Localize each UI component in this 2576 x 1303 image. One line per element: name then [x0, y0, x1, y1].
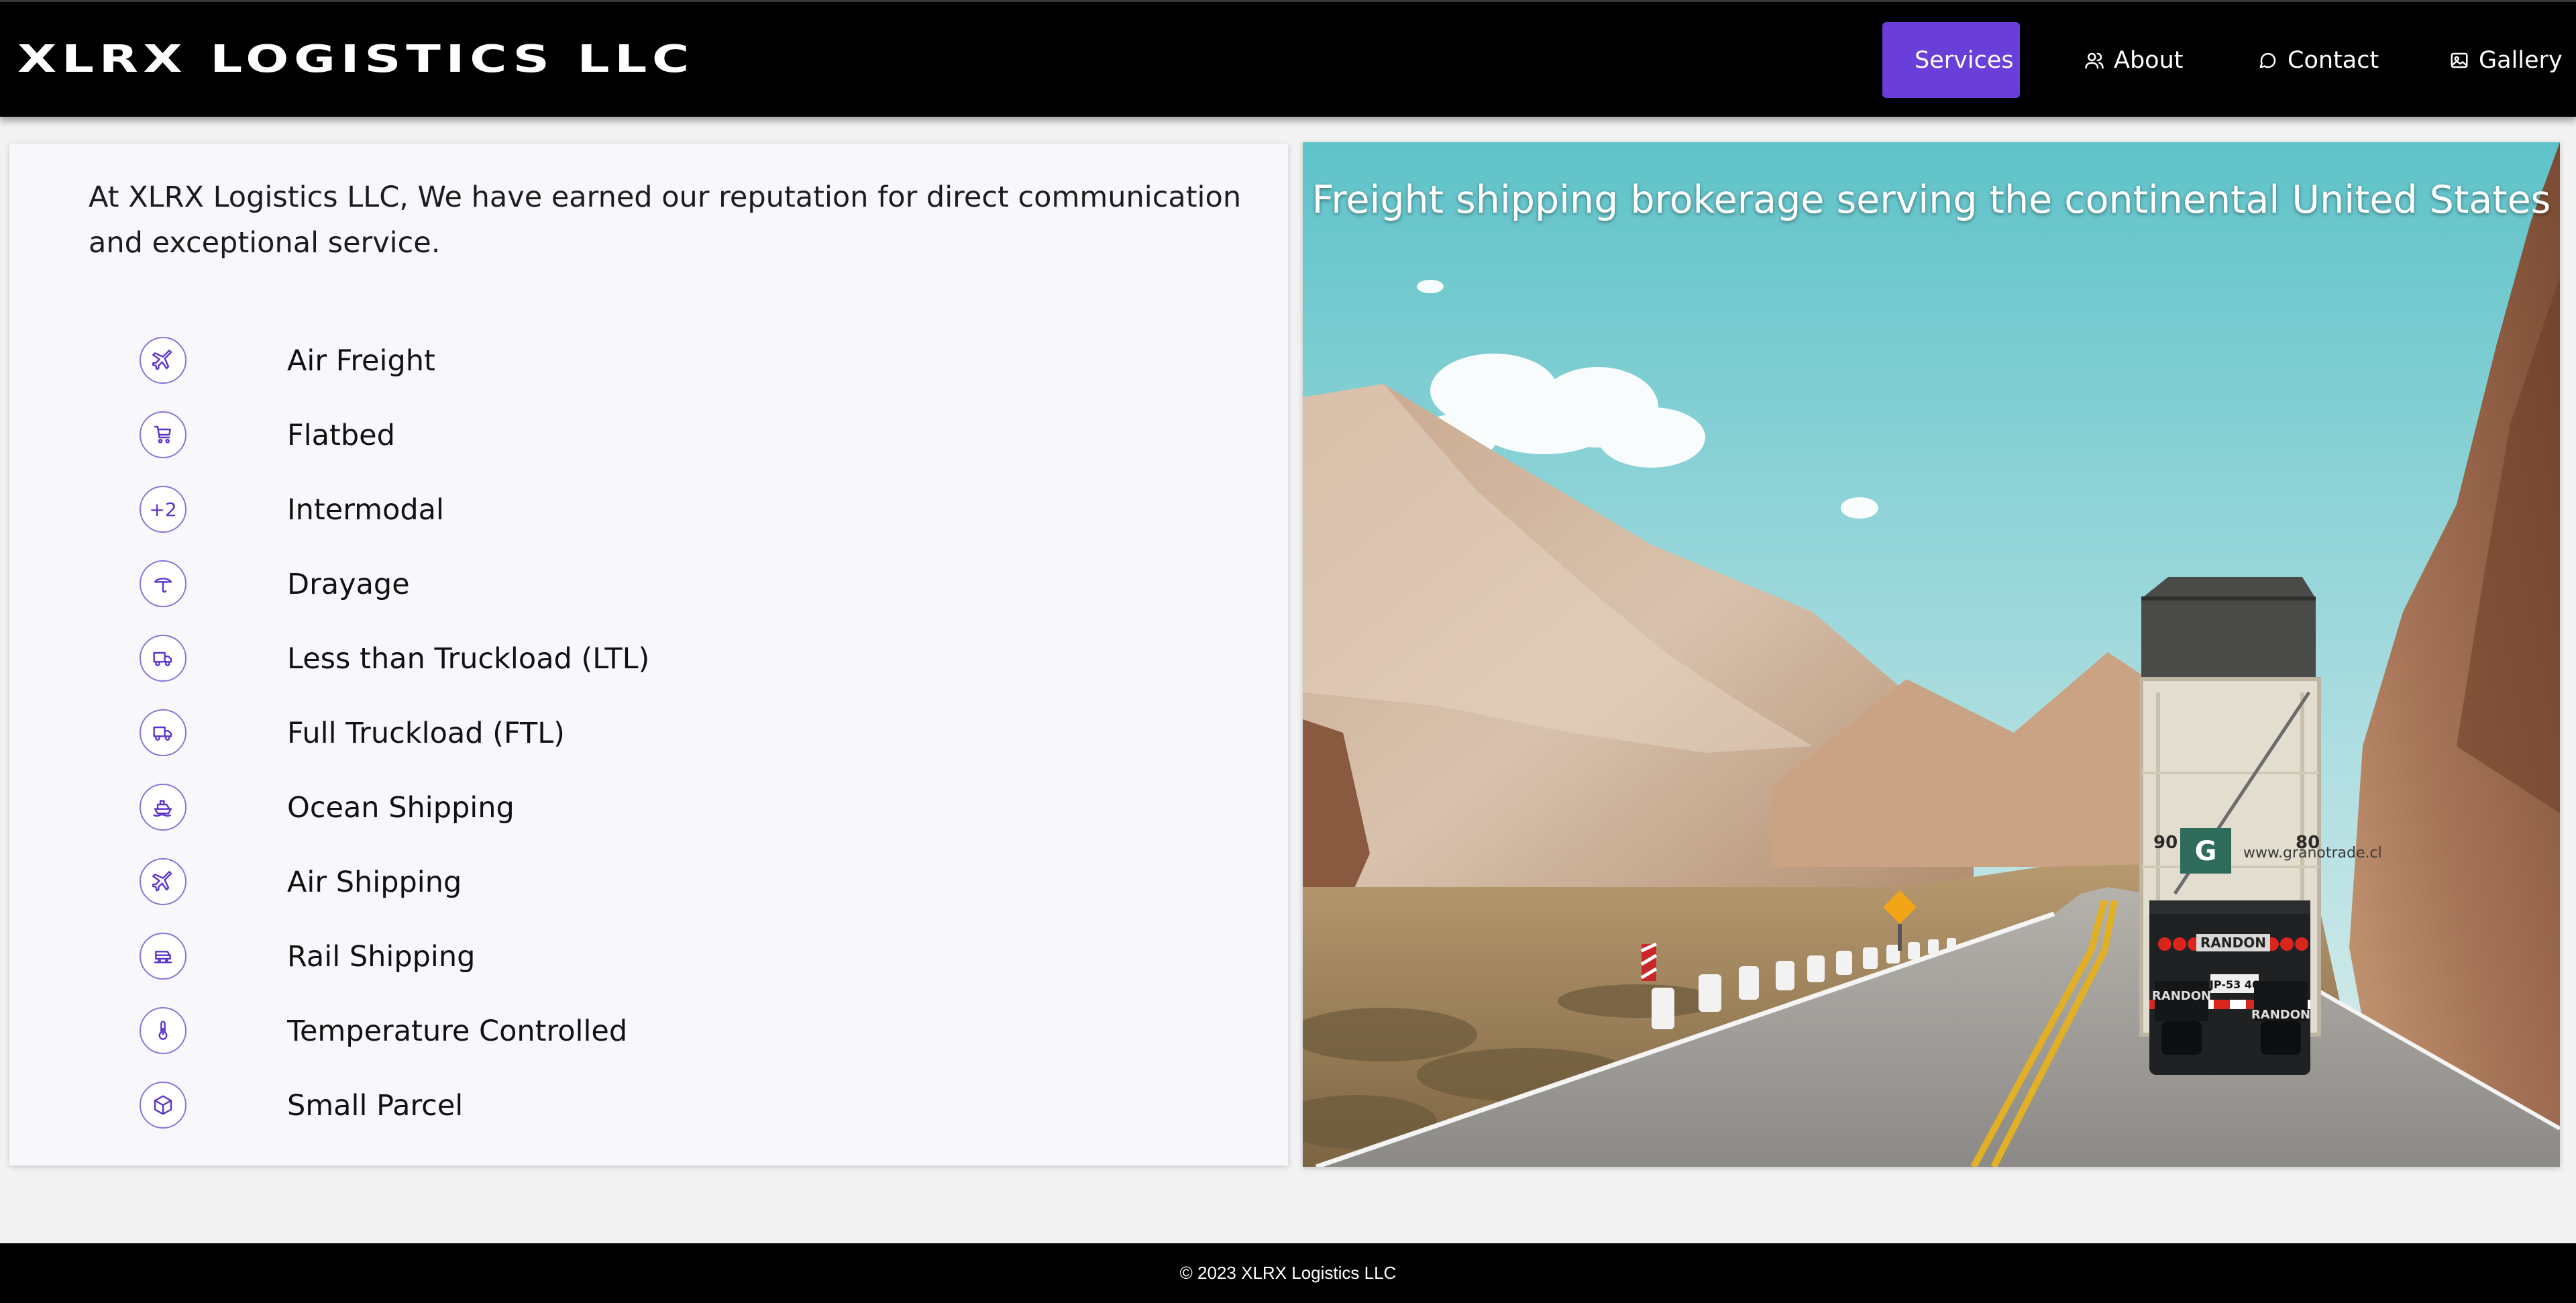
service-label: Air Shipping — [287, 866, 462, 899]
plus-two-icon: +2 — [140, 486, 186, 533]
truck-flap-left-text: RANDON — [2152, 989, 2211, 1003]
truck-logo-text: G — [2195, 836, 2217, 867]
intro-text: At XLRX Logistics LLC, We have earned ou… — [89, 180, 1242, 260]
service-label: Ocean Shipping — [287, 791, 515, 825]
crane-icon — [140, 560, 186, 607]
list-item: Air Freight — [9, 325, 1288, 399]
plane-icon — [140, 337, 186, 384]
truck-plate-text: JP-53 46 — [2209, 978, 2259, 991]
ship-icon — [140, 784, 186, 831]
nav-item-label: About — [2114, 46, 2184, 74]
nav-item-contact[interactable]: Contact — [2258, 22, 2379, 98]
service-label: Air Freight — [287, 344, 435, 378]
service-label: Full Truckload (FTL) — [287, 717, 565, 750]
thermometer-icon — [140, 1007, 186, 1054]
services-panel: At XLRX Logistics LLC, We have earned ou… — [9, 144, 1288, 1165]
service-label: Intermodal — [287, 493, 444, 527]
list-item: Full Truckload (FTL) — [9, 697, 1288, 772]
nav-item-services[interactable]: Services — [1882, 22, 2020, 98]
nav-item-gallery[interactable]: Gallery — [2449, 22, 2563, 98]
list-item: Drayage — [9, 548, 1288, 623]
main-nav: Services About Contact Gallery — [0, 22, 2576, 98]
truck-road-photo: G www.granotrade.cl 90 80 RANDON JP-53 4… — [1303, 142, 2560, 1167]
plane-icon — [140, 858, 186, 905]
image-icon — [2451, 52, 2468, 68]
service-label: Temperature Controlled — [287, 1014, 628, 1048]
list-item: Rail Shipping — [9, 921, 1288, 995]
copyright-text: © 2023 XLRX Logistics LLC — [1179, 1263, 1397, 1283]
truck-flap-right-text: RANDON — [2251, 1008, 2310, 1022]
nav-item-label: Services — [1915, 46, 2014, 74]
services-list: Air Freight Flatbed +2 Intermodal Drayag… — [9, 325, 1288, 1144]
nav-item-label: Contact — [2288, 46, 2379, 74]
list-item: Ocean Shipping — [9, 772, 1288, 846]
list-item: Temperature Controlled — [9, 995, 1288, 1070]
hero-image: G www.granotrade.cl 90 80 RANDON JP-53 4… — [1303, 142, 2560, 1167]
users-icon — [2085, 52, 2104, 68]
truck-icon — [140, 635, 186, 682]
truck-brand-text: RANDON — [2200, 935, 2266, 951]
service-label: Small Parcel — [287, 1089, 464, 1123]
list-item: Less than Truckload (LTL) — [9, 623, 1288, 697]
service-label: Rail Shipping — [287, 940, 476, 974]
truck-icon — [140, 709, 186, 756]
package-icon — [140, 1082, 186, 1129]
cart-icon — [140, 411, 186, 458]
chat-icon — [2259, 52, 2276, 68]
truck-number-right: 80 — [2296, 833, 2320, 853]
truck-number-left: 90 — [2153, 833, 2178, 853]
list-item: Flatbed — [9, 399, 1288, 474]
service-label: Drayage — [287, 568, 410, 601]
top-navbar: XLRX LOGISTICS LLC Services About Contac… — [0, 0, 2576, 117]
footer: © 2023 XLRX Logistics LLC — [0, 1243, 2576, 1303]
list-item: Air Shipping — [9, 846, 1288, 921]
hero-caption: Freight shipping brokerage serving the c… — [1311, 178, 2551, 222]
list-item: Small Parcel — [9, 1070, 1288, 1144]
service-label: Less than Truckload (LTL) — [287, 642, 650, 676]
list-item: +2 Intermodal — [9, 474, 1288, 548]
train-icon — [140, 933, 186, 980]
service-label: Flatbed — [287, 419, 395, 452]
nav-item-about[interactable]: About — [2084, 22, 2183, 98]
nav-item-label: Gallery — [2479, 46, 2563, 74]
